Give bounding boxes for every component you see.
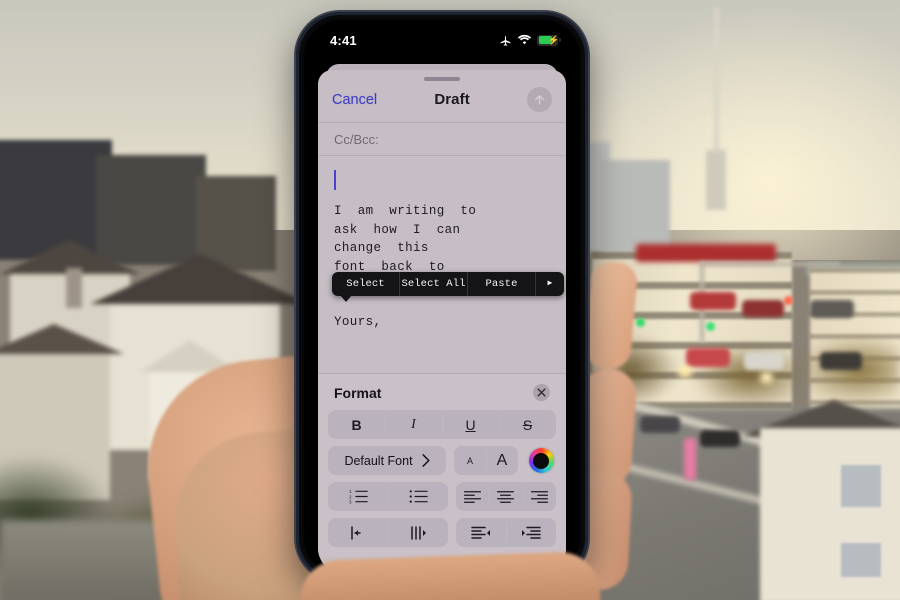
airplane-mode-icon [500, 35, 511, 46]
align-right-button[interactable] [522, 482, 556, 511]
window [838, 540, 884, 580]
bulleted-list-icon [409, 490, 428, 503]
light-pole-arm [700, 262, 840, 266]
traffic-light-green [706, 322, 715, 331]
tab-stops-icon [411, 525, 426, 540]
message-body[interactable]: I am writing to ask how I can change thi… [318, 156, 566, 373]
bulleted-list-button[interactable] [388, 482, 448, 511]
status-bar-icons: ⚡ [499, 34, 561, 47]
tab-stop-left-icon [351, 525, 361, 540]
compose-navbar: Cancel Draft [318, 81, 566, 123]
text-color-picker[interactable] [526, 446, 556, 475]
color-wheel-ring [528, 448, 554, 473]
tab-stop-group [328, 518, 448, 547]
car [742, 300, 784, 317]
menu-item-paste[interactable]: Paste [468, 272, 536, 296]
car [744, 352, 784, 370]
font-selector-label: Default Font [344, 453, 413, 468]
font-selector-button[interactable]: Default Font [328, 446, 446, 475]
house-roof [0, 324, 124, 354]
outdent-icon [471, 526, 490, 539]
car [700, 430, 740, 447]
chimney [66, 268, 82, 308]
align-right-icon [530, 490, 548, 503]
battery-charging-icon: ⚡ [537, 34, 561, 46]
selected-color-swatch [533, 452, 549, 469]
foreground-road [0, 520, 330, 600]
outdent-button[interactable] [456, 518, 506, 547]
svg-text:2: 2 [349, 495, 352, 500]
font-size-group: A A [454, 446, 518, 475]
headlight [760, 372, 773, 383]
text-edit-callout-menu[interactable]: Select Select All Paste ▶ [332, 272, 564, 296]
car [820, 352, 862, 370]
underline-button[interactable]: U [442, 410, 499, 439]
text-caret [334, 170, 336, 190]
alignment-group [456, 482, 556, 511]
chevron-right-icon [422, 454, 430, 467]
svg-text:3: 3 [349, 500, 352, 504]
decrease-font-size-button[interactable]: A [454, 446, 486, 475]
compose-sheet: Cancel Draft Cc/Bcc: I am writing to ask… [318, 70, 566, 574]
house-roof [140, 340, 240, 372]
align-left-button[interactable] [456, 482, 489, 511]
indent-icon [522, 526, 541, 539]
bold-button[interactable]: B [328, 410, 385, 439]
cancel-button[interactable]: Cancel [332, 92, 377, 108]
window [838, 462, 884, 510]
increase-font-size-button[interactable]: A [486, 446, 518, 475]
format-panel: Format B I U S Default Font A A 1 2 3 [318, 373, 566, 557]
page-title: Draft [434, 91, 470, 108]
house-roof [90, 254, 310, 304]
red-awning [636, 244, 776, 262]
menu-more-arrow-icon[interactable]: ▶ [536, 272, 564, 296]
cc-bcc-field[interactable]: Cc/Bcc: [318, 123, 566, 156]
text-style-group: B I U S [328, 410, 556, 439]
numbered-list-icon: 1 2 3 [349, 490, 368, 504]
list-group: 1 2 3 [328, 482, 448, 511]
strikethrough-button[interactable]: S [499, 410, 556, 439]
text-style-row: B I U S [328, 410, 556, 439]
indent-row [328, 518, 556, 547]
align-left-icon [464, 490, 482, 503]
status-bar: 4:41 ⚡ [304, 20, 580, 54]
list-align-row: 1 2 3 [328, 482, 556, 511]
traffic-light-green [636, 318, 645, 327]
car [810, 300, 854, 318]
numbered-list-button[interactable]: 1 2 3 [328, 482, 388, 511]
car [640, 416, 680, 433]
format-panel-title: Format [334, 384, 382, 401]
headlight [678, 366, 692, 378]
phone-screen: 4:41 ⚡ Cancel Draft Cc/Bcc: I am writing… [304, 20, 580, 574]
format-panel-header: Format [328, 382, 556, 410]
indent-button[interactable] [506, 518, 556, 547]
italic-button[interactable]: I [385, 410, 442, 439]
align-center-button[interactable] [489, 482, 522, 511]
close-icon[interactable] [533, 384, 550, 401]
arrow-up-circle-icon [535, 95, 544, 105]
status-bar-clock: 4:41 [330, 32, 357, 48]
tab-stop-left-button[interactable] [328, 518, 388, 547]
align-center-icon [497, 490, 515, 503]
callout-pointer [340, 295, 352, 302]
car [686, 348, 730, 367]
tab-stops-button[interactable] [388, 518, 448, 547]
traffic-light-red [784, 296, 793, 305]
svg-text:1: 1 [349, 490, 352, 495]
font-selector-group: Default Font [328, 446, 446, 475]
car [690, 292, 736, 310]
body-paragraph: Yours, [334, 314, 382, 329]
wifi-icon [517, 34, 532, 45]
pink-sign [684, 438, 696, 480]
font-row: Default Font A A [328, 446, 556, 475]
menu-item-select-all[interactable]: Select All [400, 272, 468, 296]
indent-group [456, 518, 556, 547]
iphone-device: 4:41 ⚡ Cancel Draft Cc/Bcc: I am writing… [296, 12, 588, 582]
menu-item-select[interactable]: Select [332, 272, 400, 296]
send-button[interactable] [527, 87, 552, 112]
